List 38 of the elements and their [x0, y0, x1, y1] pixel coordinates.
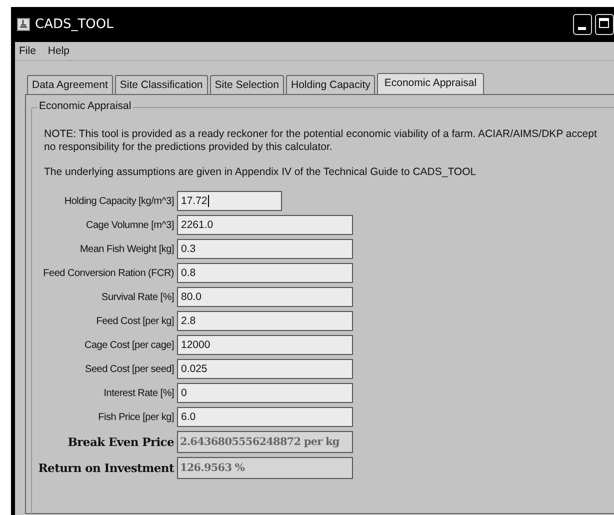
tab[interactable]: Data Agreement	[27, 75, 113, 94]
result-field: 2.6436805556248872 per kg	[177, 431, 353, 453]
input-field[interactable]: 0	[177, 383, 353, 403]
group-title: Economic Appraisal	[37, 100, 134, 112]
field-label: Cage Cost [per cage]	[84, 340, 174, 350]
result-field: 126.9563 %	[177, 457, 353, 479]
menu-item[interactable]: File	[19, 45, 36, 57]
note-text: NOTE: This tool is provided as a ready reckoner for the potential economic viability of a farm. ACIAR/AIMS/DKP accept no responsibility for the predictions provided by this calculator.	[44, 128, 598, 154]
tab[interactable]: Site Selection	[210, 75, 284, 94]
field-label: Feed Conversion Ration (FCR)	[42, 268, 174, 278]
field-label: Feed Cost [per kg]	[95, 316, 174, 326]
menu-item[interactable]: Help	[48, 45, 70, 57]
field-label: Holding Capacity [kg/m^3]	[63, 196, 174, 206]
field-label: Survival Rate [%]	[100, 292, 174, 302]
input-field[interactable]: 0.025	[177, 359, 353, 379]
input-field[interactable]: 0.8	[177, 263, 353, 283]
input-field[interactable]: 2.8	[177, 311, 353, 331]
note-text: The underlying assumptions are given in Appendix IV of the Technical Guide to CADS_TOOL	[44, 166, 478, 179]
field-label: Return on Investment	[37, 461, 174, 475]
field-label: Mean Fish Weight [kg]	[78, 244, 174, 254]
tab[interactable]: Economic Appraisal	[377, 73, 484, 94]
tab[interactable]: Site Classification	[114, 75, 208, 94]
window-title: CADS_TOOL	[35, 17, 114, 32]
input-field[interactable]: 2261.0	[177, 215, 353, 235]
input-field[interactable]: 17.72	[177, 191, 282, 211]
tab[interactable]: Holding Capacity	[286, 75, 376, 94]
maximize-button[interactable]	[595, 14, 614, 35]
input-field[interactable]: 0.3	[177, 239, 353, 259]
minimize-button[interactable]	[573, 14, 592, 35]
field-label: Cage Volumne [m^3]	[84, 220, 174, 230]
field-label: Seed Cost [per seed]	[84, 364, 174, 374]
field-label: Break Even Price	[66, 435, 174, 449]
input-field[interactable]: 12000	[177, 335, 353, 355]
input-field[interactable]: 80.0	[177, 287, 353, 307]
field-label: Interest Rate [%]	[102, 388, 174, 398]
input-field[interactable]: 6.0	[177, 407, 353, 427]
field-label: Fish Price [per kg]	[97, 412, 174, 422]
app-icon	[17, 18, 30, 31]
